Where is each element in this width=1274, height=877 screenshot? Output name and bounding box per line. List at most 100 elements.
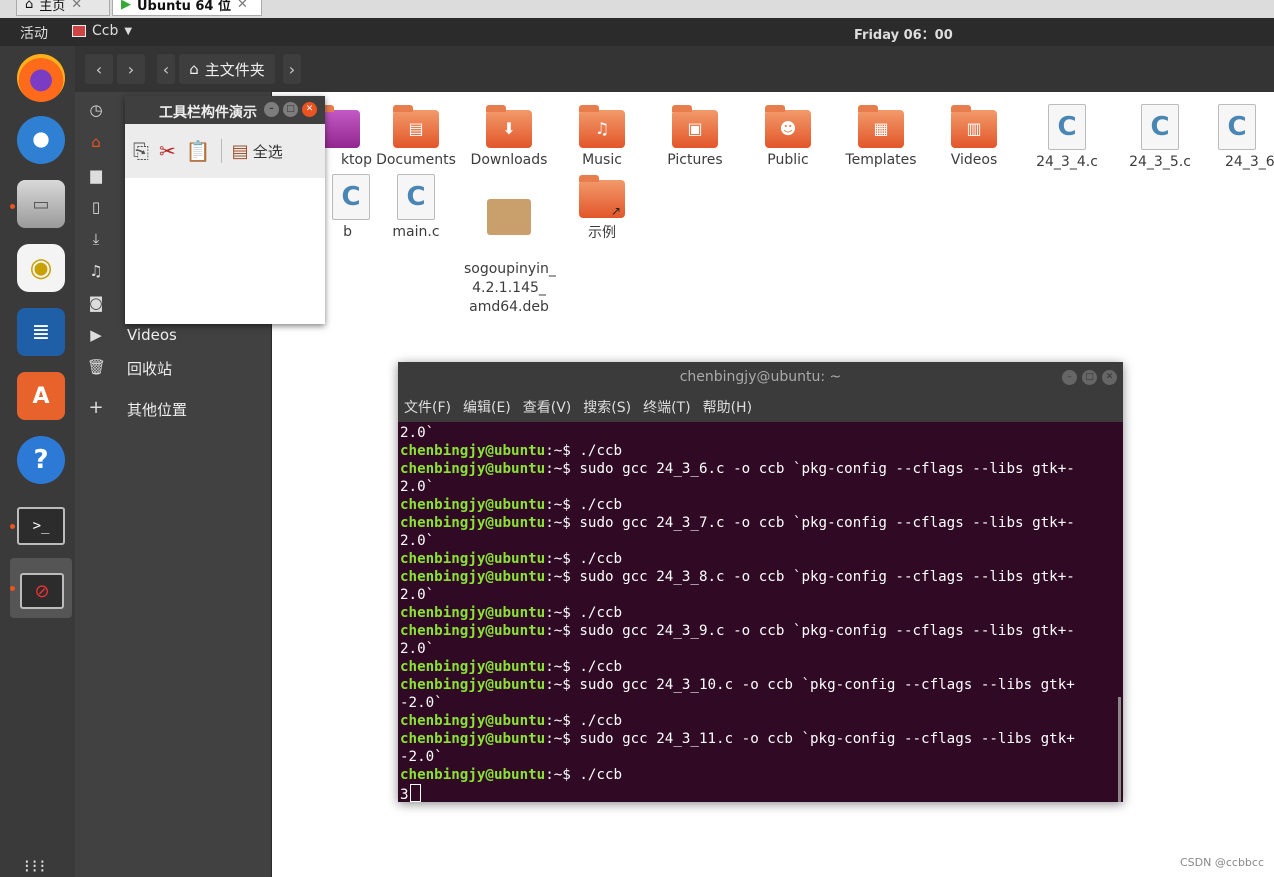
trash-icon[interactable]: 🗑 [87, 358, 106, 376]
terminal-text: 2.0` [400, 479, 435, 495]
maximize-button[interactable]: □ [283, 102, 298, 117]
file-item-c-source[interactable]: C 24_3_5.c [1115, 98, 1205, 170]
thunderbird-icon[interactable] [17, 116, 65, 164]
template-icon: ▦ [873, 119, 889, 138]
clock[interactable]: Friday 06：00 [854, 24, 953, 43]
terminal-scrollbar[interactable] [1118, 697, 1121, 802]
chevron-down-icon: ▼ [124, 25, 133, 37]
menu-search[interactable]: 搜索(S) [583, 397, 631, 417]
file-label: sogoupinyin_ 4.2.1.145_ amd64.deb [464, 261, 556, 315]
picture-icon: ▣ [687, 119, 703, 138]
file-item-public[interactable]: ☻ Public [743, 98, 833, 168]
ccb-app-icon[interactable]: ⊘ [20, 573, 64, 609]
file-item-videos[interactable]: ▥ Videos [929, 98, 1019, 168]
terminal-title: chenbingjy@ubuntu: ~ [679, 369, 842, 385]
writer-icon[interactable]: ≣ [17, 308, 65, 356]
close-button[interactable]: ✕ [302, 102, 317, 117]
file-item-main-c[interactable]: C main.c [371, 168, 461, 240]
vm-tab-ubuntu[interactable]: ▶ Ubuntu 64 位 ✕ [112, 0, 262, 16]
menu-edit[interactable]: 编辑(E) [463, 397, 511, 417]
back-button[interactable]: ‹ [85, 54, 113, 84]
minimize-button[interactable]: – [264, 102, 279, 117]
vm-tab-home[interactable]: ⌂ 主页 ✕ [16, 0, 110, 16]
help-icon[interactable]: ? [17, 436, 65, 484]
terminal-prompt: chenbingjy@ubuntu [400, 677, 546, 693]
file-item-documents[interactable]: ▤ Documents [371, 98, 461, 168]
plus-icon[interactable]: + [87, 399, 105, 417]
terminal-text: 2.0` [400, 641, 435, 657]
file-item-examples[interactable]: ↗ 示例 [557, 168, 647, 242]
file-item-deb-package[interactable]: sogoupinyin_ 4.2.1.145_ amd64.deb [464, 168, 556, 336]
document-icon[interactable]: ▯ [87, 198, 105, 216]
rhythmbox-icon[interactable]: ◉ [17, 244, 65, 292]
toolbar-separator [220, 139, 222, 163]
sidebar-item-trash[interactable]: 回收站 [127, 358, 172, 379]
copy-icon[interactable]: ⎘ [133, 139, 149, 163]
path-right-arrow[interactable]: › [283, 54, 301, 84]
terminal-icon[interactable]: >_ [17, 507, 65, 545]
app-menu[interactable]: Ccb ▼ [72, 23, 132, 39]
music-icon[interactable]: ♫ [87, 262, 105, 280]
video-icon[interactable]: ▶ [87, 326, 105, 344]
path-home-button[interactable]: ⌂ 主文件夹 [179, 54, 275, 84]
show-apps-icon[interactable]: ⁝⁝⁝ [24, 856, 47, 877]
folder-icon: ♫ [579, 105, 625, 148]
terminal-text: :~$ ./ccb [545, 659, 623, 675]
file-item-music[interactable]: ♫ Music [557, 98, 647, 168]
terminal-line: -2.0` [400, 694, 1121, 712]
window-titlebar: 工具栏构件演示 – □ ✕ [125, 96, 325, 124]
terminal-prompt: chenbingjy@ubuntu [400, 713, 546, 729]
terminal-line: chenbingjy@ubuntu:~$ ./ccb [400, 496, 1121, 514]
play-icon: ▶ [121, 0, 131, 12]
vm-tab-label: Ubuntu 64 位 [137, 0, 231, 14]
close-button[interactable]: ✕ [1102, 370, 1117, 385]
close-icon[interactable]: ✕ [71, 0, 82, 12]
firefox-icon[interactable] [17, 54, 65, 102]
file-item-templates[interactable]: ▦ Templates [836, 98, 926, 168]
file-label: Videos [950, 152, 998, 168]
file-item-pictures[interactable]: ▣ Pictures [650, 98, 740, 168]
c-source-icon: C [332, 174, 370, 220]
paste-icon[interactable]: 📋 [186, 139, 211, 163]
sidebar-item-videos[interactable]: Videos [127, 326, 177, 344]
file-item-downloads[interactable]: ⬇ Downloads [464, 98, 554, 168]
file-label: Public [767, 152, 809, 168]
menu-terminal[interactable]: 终端(T) [643, 397, 690, 417]
camera-icon[interactable]: ◙ [87, 294, 105, 312]
file-item-c-source[interactable]: C 24_3_4.c [1022, 98, 1112, 170]
file-label: 示例 [588, 225, 616, 241]
path-left-arrow[interactable]: ‹ [157, 54, 175, 84]
terminal-line: chenbingjy@ubuntu:~$ sudo gcc 24_3_9.c -… [400, 622, 1121, 640]
sidebar-item-other-locations[interactable]: 其他位置 [127, 399, 187, 420]
cut-icon[interactable]: ✂ [159, 139, 176, 163]
menu-help[interactable]: 帮助(H) [703, 397, 752, 417]
select-all-button[interactable]: ▤ 全选 [232, 141, 283, 162]
close-icon[interactable]: ✕ [237, 0, 248, 12]
terminal-text: :~$ ./ccb [545, 605, 623, 621]
minimize-button[interactable]: – [1062, 370, 1077, 385]
menu-view[interactable]: 查看(V) [523, 397, 572, 417]
software-center-icon[interactable]: A [17, 372, 65, 420]
terminal-output[interactable]: 2.0` chenbingjy@ubuntu:~$ ./ccb chenbingjy… [398, 422, 1123, 804]
package-icon [487, 199, 531, 235]
terminal-text: :~$ sudo gcc 24_3_6.c -o ccb `pkg-config… [545, 461, 1075, 477]
menu-file[interactable]: 文件(F) [404, 397, 451, 417]
vm-tab-strip: ⌂ 主页 ✕ ▶ Ubuntu 64 位 ✕ [0, 0, 1274, 19]
folder-icon[interactable]: ▆ [87, 166, 105, 184]
terminal-prompt: chenbingjy@ubuntu [400, 767, 546, 783]
terminal-line: chenbingjy@ubuntu:~$ sudo gcc 24_3_8.c -… [400, 568, 1121, 586]
files-icon[interactable]: ▭ [17, 180, 65, 228]
maximize-button[interactable]: □ [1082, 370, 1097, 385]
terminal-text: :~$ sudo gcc 24_3_11.c -o ccb `pkg-confi… [545, 731, 1075, 747]
terminal-line: chenbingjy@ubuntu:~$ ./ccb [400, 550, 1121, 568]
home-icon[interactable]: ⌂ [87, 133, 105, 151]
gnome-top-bar: 活动 Ccb ▼ Friday 06：00 [0, 18, 1274, 46]
recent-icon[interactable]: ◷ [87, 101, 105, 119]
terminal-text: -2.0` [400, 749, 443, 765]
home-icon: ⌂ [25, 0, 34, 12]
file-item-c-source[interactable]: C 24_3_6. [1208, 98, 1274, 170]
file-label: main.c [392, 224, 440, 240]
download-icon[interactable]: ⤓ [87, 230, 105, 248]
forward-button[interactable]: › [117, 54, 145, 84]
activities-button[interactable]: 活动 [20, 23, 48, 43]
